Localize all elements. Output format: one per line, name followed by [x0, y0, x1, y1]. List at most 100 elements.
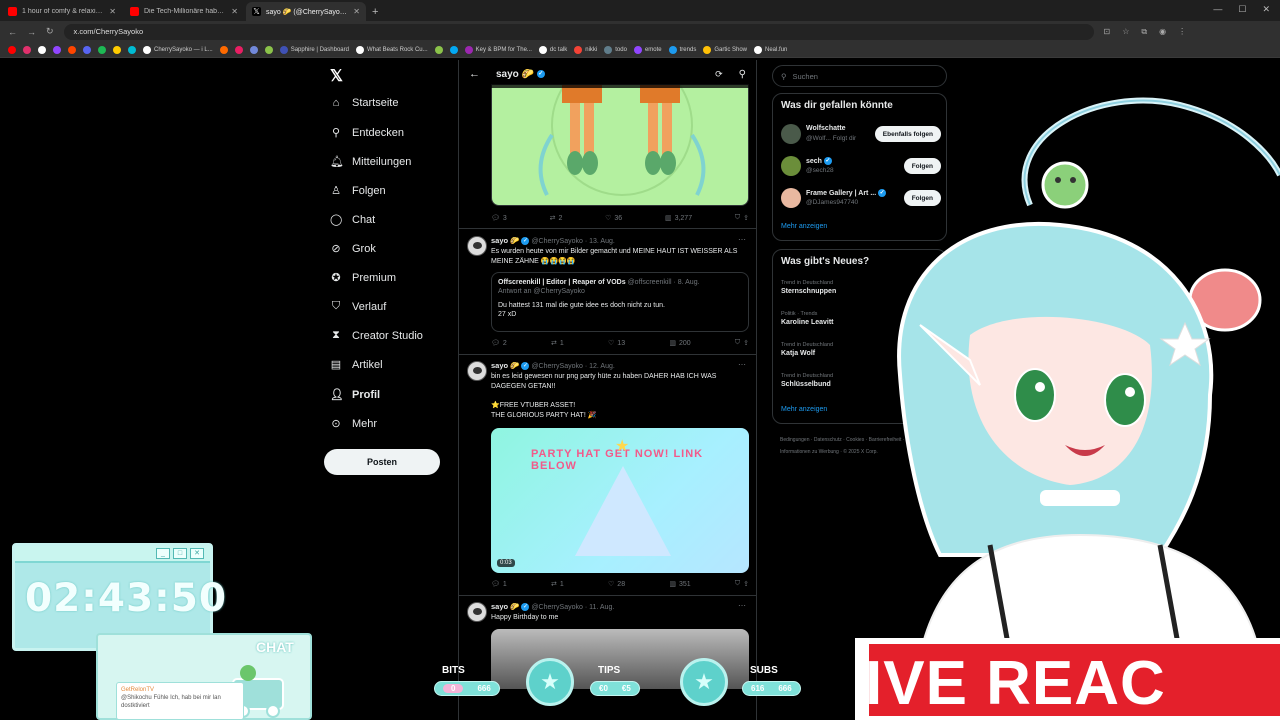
avatar[interactable] [781, 188, 801, 208]
bookmark-icon [464, 45, 473, 54]
reply-button[interactable]: 💬︎ 3 [491, 214, 507, 223]
more-icon[interactable]: ⋯ [738, 360, 746, 369]
reply-button[interactable]: 💬︎ 2 [491, 339, 507, 348]
close-icon[interactable]: ✕ [231, 7, 238, 16]
bookmark-item[interactable]: dc talk [538, 45, 567, 54]
tweet-image[interactable] [491, 84, 749, 206]
search-icon[interactable]: ⚲ [739, 69, 746, 80]
bookmark-icon[interactable] [8, 45, 16, 54]
url-input[interactable]: x.com/CherrySayoko [63, 23, 1094, 40]
install-icon[interactable]: ⊡ [1104, 27, 1111, 37]
bookmark-icon[interactable] [68, 45, 76, 54]
bookmark-item[interactable]: trends [668, 45, 696, 54]
bookmark-item[interactable]: Sapphire | Dashboard [279, 45, 349, 54]
bookmark-icon[interactable] [83, 45, 91, 54]
close-window-icon[interactable]: ✕ [1262, 4, 1270, 15]
nav-home[interactable]: ⌂ Startseite [330, 97, 399, 109]
bookmark-item[interactable]: What Beats Rock Cu... [355, 45, 428, 54]
nav-follow[interactable]: ♙ Folgen [330, 184, 386, 198]
bookmark-icon[interactable] [113, 45, 121, 54]
views-button[interactable]: ▥ 3,277 [665, 214, 692, 223]
like-button[interactable]: ♡ 28 [608, 580, 625, 589]
new-tab-button[interactable]: + [372, 6, 378, 18]
close-icon[interactable]: ✕ [109, 7, 116, 16]
bookmark-icon[interactable] [38, 45, 46, 54]
nav-chat[interactable]: ◯ Chat [330, 213, 375, 227]
nav-more[interactable]: ⊙ Mehr [330, 417, 377, 431]
search-input[interactable]: ⚲ Suchen [772, 65, 947, 87]
back-icon[interactable]: ← [8, 27, 17, 37]
bookmark-icon[interactable] [249, 45, 258, 54]
like-button[interactable]: ♡ 13 [608, 339, 625, 348]
tweet-author[interactable]: sayo 🌮 [491, 236, 520, 245]
browser-tab[interactable]: Die Tech-Millionäre haben sich ✕ [124, 2, 244, 21]
nav-creator-studio[interactable]: ⧗ Creator Studio [330, 329, 423, 342]
avatar[interactable] [781, 124, 801, 144]
bookmark-item[interactable]: CherrySayoko — i L... [143, 45, 213, 54]
more-icon[interactable]: ⋯ [738, 601, 746, 610]
repost-button[interactable]: ⇄ 2 [550, 214, 563, 223]
views-button[interactable]: ▥ 351 [669, 580, 690, 589]
avatar[interactable] [781, 156, 801, 176]
tweet-author[interactable]: sayo 🌮 [491, 602, 520, 611]
bookmark-icon[interactable] [23, 45, 31, 54]
views-button[interactable]: ▥ 200 [669, 339, 690, 348]
bookmark-icon[interactable] [264, 45, 273, 54]
bookmark-icon[interactable] [434, 45, 443, 54]
maximize-icon[interactable]: ☐ [1238, 4, 1246, 15]
bookmark-icon[interactable] [53, 45, 61, 54]
x-logo-icon[interactable]: 𝕏 [330, 66, 343, 86]
nav-articles[interactable]: ▤ Artikel [330, 358, 383, 372]
post-button[interactable]: Posten [324, 449, 440, 475]
share-icon[interactable]: ⇪ [743, 214, 749, 222]
repost-button[interactable]: ⇄ 1 [551, 339, 564, 348]
reply-button[interactable]: 💬︎ 1 [491, 580, 507, 589]
show-more-link[interactable]: Mehr anzeigen [781, 223, 827, 230]
star-icon[interactable]: ☆ [1122, 27, 1129, 37]
quote-tweet[interactable]: Offscreenkill | Editor | Reaper of VODs … [491, 272, 749, 332]
bookmark-icon[interactable]: ⛉ [735, 339, 740, 347]
profile-icon[interactable]: ◉ [1159, 27, 1166, 37]
reload-icon[interactable]: ↻ [46, 26, 54, 37]
like-button[interactable]: ♡ 36 [605, 214, 622, 223]
bookmark-icon[interactable] [234, 45, 243, 54]
browser-tab-active[interactable]: 𝕏 sayo 🌮 (@CherrySayoko) / X ✕ [246, 2, 366, 21]
show-more-link[interactable]: Mehr anzeigen [781, 406, 827, 413]
refresh-icon[interactable]: ⟳ [715, 69, 723, 80]
nav-premium[interactable]: ✪ Premium [330, 271, 396, 285]
back-arrow-icon[interactable]: ← [469, 68, 480, 80]
avatar[interactable] [467, 361, 487, 381]
bookmark-icon[interactable] [128, 45, 136, 54]
forward-icon[interactable]: → [27, 27, 36, 37]
bookmark-item[interactable]: Key & BPM for The... [464, 45, 532, 54]
bookmark-icon[interactable]: ⛉ [735, 214, 740, 222]
nav-explore[interactable]: ⚲ Entdecken [330, 126, 404, 140]
extensions-icon[interactable]: ⧉ [1141, 27, 1147, 37]
tweet-video[interactable]: PARTY HAT GET NOW! LINK BELOW ★ 0:03 [491, 428, 749, 573]
avatar[interactable] [467, 236, 487, 256]
bookmark-icon[interactable] [449, 45, 458, 54]
nav-grok[interactable]: ⊘ Grok [330, 242, 375, 256]
tweet-header: sayo 🌮 ✓ @CherrySayoko · 11. Aug. [491, 602, 614, 612]
bookmark-icon[interactable] [98, 45, 106, 54]
bookmark-icon[interactable]: ⛉ [735, 580, 740, 588]
bookmark-item[interactable]: Neal.fun [754, 45, 787, 54]
bookmark-item[interactable]: Gartic Show [703, 45, 747, 54]
share-icon[interactable]: ⇪ [743, 339, 749, 347]
bookmark-item[interactable]: nikki [574, 45, 597, 54]
nav-bookmarks[interactable]: ⛉ Verlauf [330, 300, 386, 313]
more-icon[interactable]: ⋯ [738, 235, 746, 244]
nav-profile[interactable]: 👤︎ Profil [330, 388, 380, 402]
menu-icon[interactable]: ⋮ [1178, 27, 1186, 37]
bookmark-item[interactable]: emote [633, 45, 662, 54]
browser-tab[interactable]: 1 hour of comfy & relaxing son ✕ [2, 2, 122, 21]
share-icon[interactable]: ⇪ [743, 580, 749, 588]
close-icon[interactable]: ✕ [353, 7, 360, 16]
tweet-author[interactable]: sayo 🌮 [491, 361, 520, 370]
bookmark-icon[interactable] [219, 45, 228, 54]
avatar[interactable] [467, 602, 487, 622]
bookmark-item[interactable]: todo [604, 45, 627, 54]
repost-button[interactable]: ⇄ 1 [551, 580, 564, 589]
nav-notifications[interactable]: 🔔︎ Mitteilungen [330, 155, 411, 169]
minimize-icon[interactable]: — [1213, 4, 1222, 15]
